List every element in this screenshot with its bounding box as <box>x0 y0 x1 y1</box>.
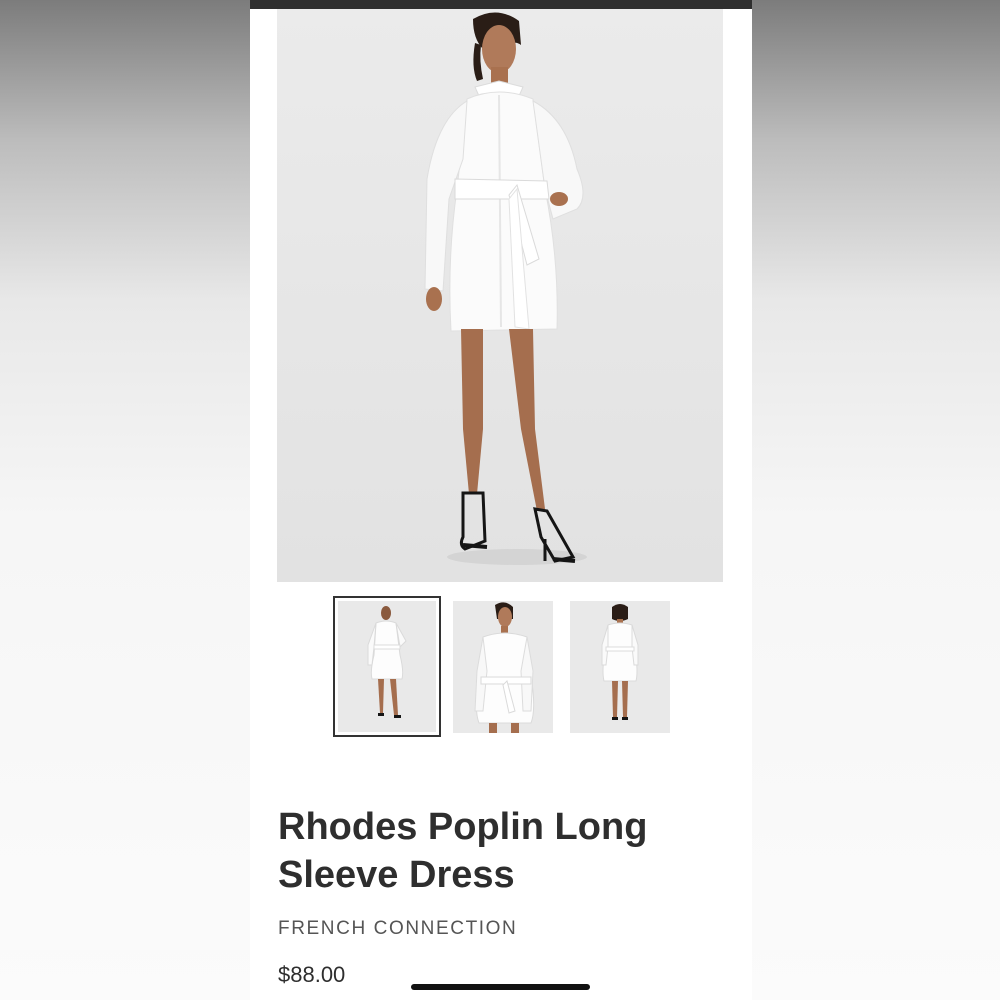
thumbnail-3[interactable] <box>570 601 670 733</box>
product-brand[interactable]: FRENCH CONNECTION <box>278 918 517 940</box>
product-price: $88.00 <box>278 962 346 987</box>
model-photo <box>277 9 723 582</box>
left-backdrop <box>0 0 250 1000</box>
thumbnail-model-closeup <box>453 601 553 733</box>
thumbnail-model-back <box>570 601 670 733</box>
home-indicator[interactable] <box>411 984 590 990</box>
product-main-image[interactable] <box>277 9 723 582</box>
phone-screen: Rhodes Poplin Long Sleeve Dress FRENCH C… <box>250 0 752 1000</box>
thumbnail-1-selected[interactable] <box>333 596 441 737</box>
status-bar <box>250 0 752 9</box>
product-title: Rhodes Poplin Long Sleeve Dress <box>278 806 648 896</box>
thumbnail-2[interactable] <box>453 601 553 733</box>
thumbnail-model-front <box>338 601 436 732</box>
thumbnail-strip <box>333 596 673 738</box>
right-backdrop <box>752 0 1000 1000</box>
